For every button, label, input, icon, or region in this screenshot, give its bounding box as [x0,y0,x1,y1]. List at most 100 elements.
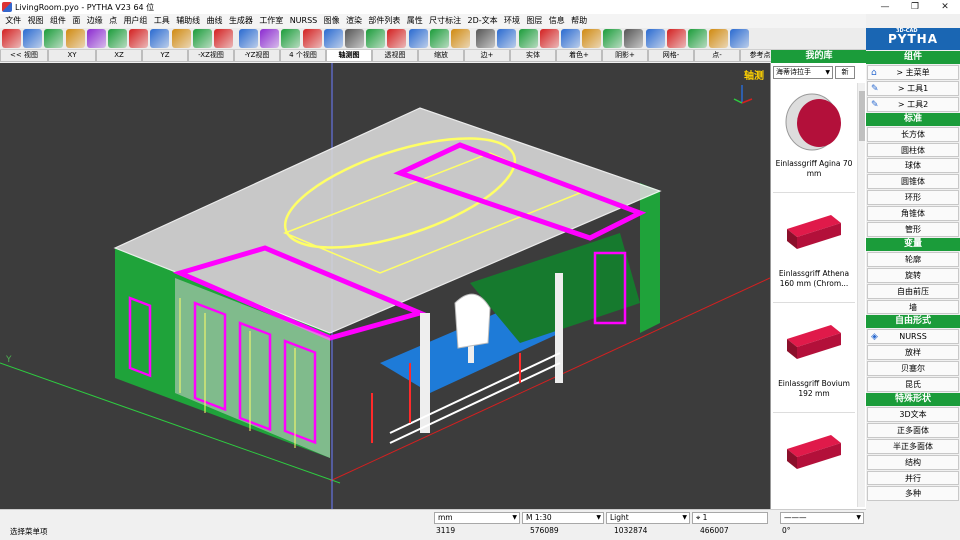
tool-icon-32[interactable] [688,29,707,48]
menu-item-13[interactable]: 图像 [320,14,342,28]
menu-item-10[interactable]: 生成器 [226,14,256,28]
library-new-button[interactable]: 新 [835,66,855,79]
tool-icon-13[interactable] [281,29,301,48]
palette-button[interactable]: 轮廓 [867,251,959,267]
view-button-11[interactable]: 实体 [510,50,556,62]
palette-button[interactable]: 昆氏 [867,377,959,393]
palette-button[interactable]: 长方体 [867,126,959,142]
menu-item-22[interactable]: 帮助 [568,14,590,28]
palette-button[interactable]: 3D文本 [867,407,959,422]
tool-icon-12[interactable] [260,29,280,48]
tool-icon-18[interactable] [387,29,407,48]
view-button-0[interactable]: << 视图 [0,50,48,62]
layer-field[interactable]: ⌖ 1 [692,512,768,524]
menu-item-18[interactable]: 2D-文本 [464,14,501,28]
view-button-12[interactable]: 着色+ [556,50,602,62]
view-button-14[interactable]: 网格- [648,50,694,62]
tool-icon-0[interactable] [2,29,21,48]
view-button-15[interactable]: 点- [694,50,740,62]
menu-item-2[interactable]: 组件 [47,14,69,28]
linetype-select[interactable]: ——— ▼ [780,512,864,524]
palette-button[interactable]: 贝塞尔 [867,361,959,377]
view-button-13[interactable]: 阴影+ [602,50,648,62]
library-item[interactable]: Einlassgriff Athena 160 mm (Chrom... [773,193,855,303]
tool-icon-9[interactable] [192,29,212,48]
menu-item-0[interactable]: 文件 [2,14,24,28]
unit-select[interactable]: mm ▼ [434,512,520,524]
tool-icon-30[interactable] [645,29,665,48]
library-scrollbar[interactable] [857,83,865,507]
tool-icon-10[interactable] [213,29,233,48]
tool-icon-8[interactable] [171,29,191,48]
palette-button[interactable]: 半正多面体 [867,438,959,454]
scale-select[interactable]: M 1:30 ▼ [522,512,604,524]
tool-icon-29[interactable] [624,29,644,48]
menu-item-20[interactable]: 图层 [523,14,545,28]
tool-icon-4[interactable] [86,29,106,48]
palette-button[interactable]: 圆锥体 [867,174,959,190]
palette-button[interactable]: 环形 [867,190,959,206]
palette-button[interactable]: 圆柱体 [867,142,959,158]
tool-icon-2[interactable] [44,29,64,48]
palette-button[interactable]: 结构 [867,454,959,470]
palette-button[interactable]: ◈ NURSS [867,329,959,345]
tool-icon-24[interactable] [518,29,538,48]
tool-icon-14[interactable] [302,29,322,48]
tool-icon-28[interactable] [603,29,623,48]
menu-item-14[interactable]: 渲染 [343,14,365,28]
tool-icon-6[interactable] [129,29,149,48]
tool-icon-7[interactable] [150,29,170,48]
menu-item-21[interactable]: 信息 [546,14,568,28]
tool-icon-26[interactable] [560,29,580,48]
view-button-9[interactable]: 缩放 [418,50,464,62]
menu-item-17[interactable]: 尺寸标注 [426,14,464,28]
tool-icon-5[interactable] [107,29,127,48]
library-item[interactable]: Einlassgriff Agina 70 mm [773,83,855,193]
palette-button[interactable]: 多种 [867,486,959,502]
palette-button[interactable]: 正多面体 [867,422,959,438]
menu-item-11[interactable]: 工作室 [256,14,286,28]
tool-icon-31[interactable] [666,29,686,48]
view-button-2[interactable]: XZ [96,50,142,62]
menu-item-7[interactable]: 工具 [151,14,173,28]
tool-icon-22[interactable] [476,29,496,48]
3d-viewport[interactable]: 轴测 Y [0,63,770,509]
palette-button[interactable]: 放样 [867,345,959,361]
tool-icon-11[interactable] [239,29,259,48]
palette-button[interactable]: 球体 [867,158,959,174]
restore-button[interactable]: ❐ [900,0,930,14]
tool-icon-1[interactable] [23,29,43,48]
tool-icon-21[interactable] [450,29,470,48]
menu-item-1[interactable]: 视图 [24,14,46,28]
palette-button[interactable]: 并行 [867,470,959,486]
view-button-1[interactable]: XY [48,50,96,62]
palette-button[interactable]: 旋转 [867,267,959,283]
menu-item-5[interactable]: 点 [106,14,120,28]
tool-icon-17[interactable] [366,29,386,48]
view-button-3[interactable]: YZ [142,50,188,62]
palette-button[interactable]: 自由前压 [867,283,959,299]
tool-icon-16[interactable] [345,29,364,48]
view-button-10[interactable]: 边+ [464,50,510,62]
palette-button[interactable]: 墙 [867,299,959,315]
view-button-6[interactable]: 4 个视图 [280,50,326,62]
menu-item-6[interactable]: 用户组 [120,14,150,28]
palette-button[interactable]: 角锥体 [867,206,959,222]
tool-icon-20[interactable] [429,29,449,48]
menu-item-15[interactable]: 部件列表 [365,14,403,28]
library-item[interactable]: Einlassgriff Bovium 192 mm [773,303,855,413]
menu-item-16[interactable]: 属性 [404,14,426,28]
view-button-8[interactable]: 透视图 [372,50,418,62]
menu-item-8[interactable]: 辅助线 [173,14,203,28]
tool-icon-19[interactable] [408,29,428,48]
tool-icon-25[interactable] [539,29,559,48]
tool-icon-23[interactable] [497,29,517,48]
tool-icon-34[interactable] [730,29,750,48]
view-button-5[interactable]: -YZ视图 [234,50,280,62]
menu-item-9[interactable]: 曲线 [203,14,225,28]
palette-button[interactable]: ⌂ > 主菜单 [867,65,959,80]
scrollbar-thumb[interactable] [859,91,865,141]
library-category-select[interactable]: 海蒂诗拉手 ▼ [773,66,833,79]
close-button[interactable]: ✕ [930,0,960,14]
tool-icon-27[interactable] [582,29,602,48]
